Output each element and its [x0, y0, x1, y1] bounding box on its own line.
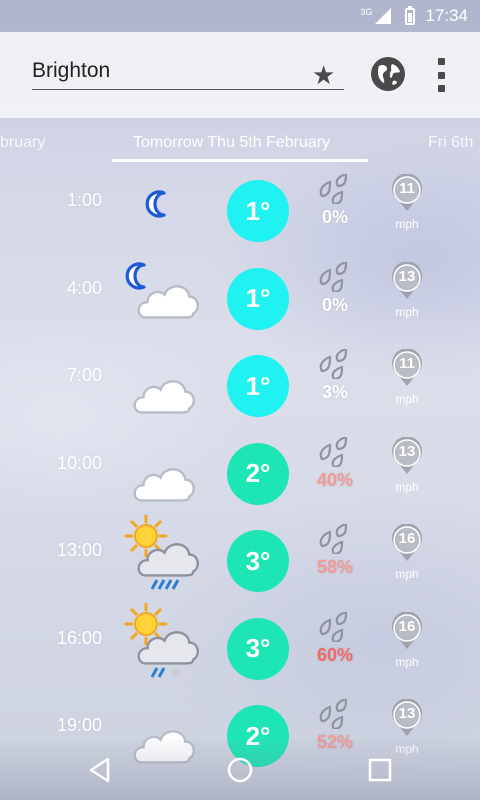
raindrops-icon — [318, 609, 352, 643]
wind-unit: mph — [395, 567, 419, 581]
raindrops-icon — [318, 697, 352, 731]
toolbar: Brighton ★ — [0, 32, 480, 118]
raindrops-icon — [318, 259, 352, 293]
moon-icon — [122, 164, 206, 248]
hour-row: 1:00 1° 0% 11 mph — [0, 164, 480, 252]
wind-unit: mph — [395, 217, 419, 231]
temperature-badge: 1° — [227, 267, 289, 330]
hour-time: 10:00 — [56, 452, 102, 473]
cloud-icon — [122, 339, 206, 423]
temperature-badge: 3° — [227, 530, 289, 592]
wind-speed: 13 — [398, 705, 416, 722]
wind-speed: 13 — [398, 442, 416, 460]
hour-time: 16:00 — [56, 627, 102, 648]
hour-time: 4:00 — [66, 277, 102, 298]
temperature-badge: 3° — [227, 617, 289, 680]
rain-chance: 58% — [316, 557, 354, 577]
back-icon[interactable] — [84, 754, 116, 786]
svg-text:✱: ✱ — [170, 666, 182, 682]
clock: 17:34 — [425, 6, 468, 25]
hour-row: 13:00 3° 58% 16 mph — [0, 514, 480, 602]
hour-time: 19:00 — [56, 715, 102, 735]
day-tabs: bruary Tomorrow Thu 5th February Fri 6th — [0, 118, 480, 164]
hour-row: 4:00 1° 0% 13 mph — [0, 252, 480, 340]
wind-speed: 13 — [398, 267, 416, 285]
hour-row: 10:00 2° 40% 13 mph — [0, 427, 480, 515]
wind-speed: 16 — [398, 530, 416, 547]
rain-chance: 60% — [316, 644, 354, 665]
wind-speed: 11 — [399, 355, 415, 372]
raindrops-icon — [318, 522, 352, 556]
wind-unit: mph — [395, 479, 419, 494]
wind-speed: 16 — [398, 617, 416, 635]
tab-next-day[interactable]: Fri 6th — [428, 134, 473, 152]
sun-rain-cloud-icon — [122, 514, 206, 598]
home-icon[interactable] — [224, 754, 256, 786]
tab-current-day[interactable]: Tomorrow Thu 5th February — [133, 134, 330, 152]
rain-chance: 40% — [316, 469, 354, 490]
temperature-badge: 2° — [227, 442, 289, 505]
wind-unit: mph — [395, 304, 419, 319]
hour-time: 1:00 — [66, 190, 102, 210]
navigation-bar — [0, 740, 480, 800]
hourly-list: 1:00 1° 0% 11 mph 4:00 1° 0% 13 mph 7:00… — [0, 164, 480, 777]
temperature-badge: 1° — [227, 355, 289, 417]
raindrops-icon — [318, 347, 352, 381]
more-vert-icon[interactable] — [436, 58, 446, 92]
wind-speed: 11 — [399, 180, 415, 197]
status-bar: 3G 17:34 — [0, 0, 480, 32]
rain-chance: 3% — [321, 382, 348, 402]
globe-icon[interactable] — [370, 56, 406, 92]
wind-unit: mph — [395, 392, 419, 406]
hour-row: 16:00 ✱ 3° 60% 16 mph — [0, 602, 480, 690]
tab-indicator — [112, 159, 368, 162]
location-search-input[interactable]: Brighton — [32, 56, 344, 90]
cloudy-night-icon — [122, 252, 206, 336]
raindrops-icon — [318, 172, 352, 206]
hour-time: 7:00 — [66, 365, 102, 385]
cloud-icon — [122, 427, 206, 511]
recents-icon[interactable] — [364, 754, 396, 786]
sun-sleet-cloud-icon: ✱ — [122, 602, 206, 686]
rain-chance: 0% — [321, 207, 348, 227]
tab-previous-day[interactable]: bruary — [0, 134, 45, 152]
star-icon[interactable]: ★ — [312, 60, 335, 91]
raindrops-icon — [318, 434, 352, 468]
signal-icon: 3G — [360, 8, 392, 24]
hour-row: 7:00 1° 3% 11 mph — [0, 339, 480, 427]
rain-chance: 0% — [321, 294, 348, 315]
battery-icon — [405, 5, 416, 25]
wind-unit: mph — [395, 654, 419, 669]
hour-time: 13:00 — [56, 540, 102, 560]
temperature-badge: 1° — [227, 180, 289, 242]
